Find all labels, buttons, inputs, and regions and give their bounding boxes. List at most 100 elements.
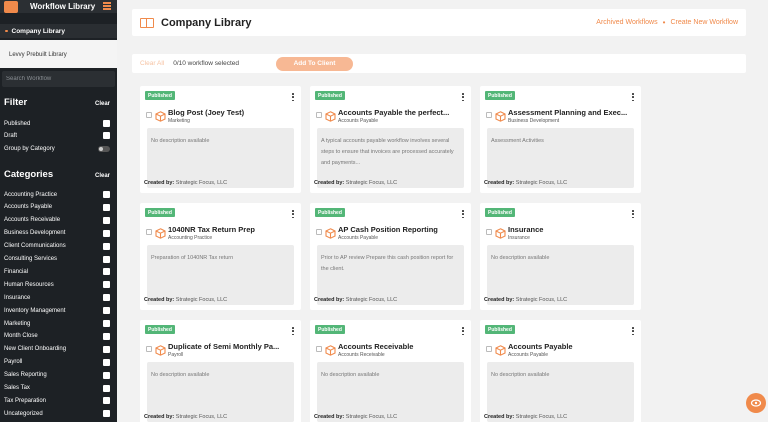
search-input[interactable]	[6, 76, 111, 82]
category-checkbox[interactable]	[103, 345, 110, 353]
category-row[interactable]: Payroll	[4, 357, 110, 368]
workflow-card[interactable]: Published Assessment Planning and Exec...…	[480, 86, 641, 193]
category-checkbox[interactable]	[103, 358, 110, 366]
card-title[interactable]: Blog Post (Joey Test)	[168, 108, 294, 117]
category-checkbox[interactable]	[103, 242, 110, 250]
category-checkbox[interactable]	[103, 191, 110, 198]
published-checkbox[interactable]	[103, 120, 110, 127]
categories-clear-button[interactable]: Clear	[95, 173, 110, 179]
chat-support-icon[interactable]	[746, 393, 766, 413]
category-checkbox[interactable]	[103, 255, 110, 263]
card-checkbox[interactable]	[146, 112, 152, 118]
sidebar-item-label: Levvy Prebuilt Library	[9, 52, 67, 58]
workflow-card[interactable]: Published 1040NR Tax Return Prep Accountin…	[140, 203, 301, 310]
category-row[interactable]: Sales Tax	[4, 383, 110, 394]
category-checkbox[interactable]	[103, 384, 110, 392]
card-title[interactable]: Accounts Payable the perfect...	[338, 108, 464, 117]
category-checkbox[interactable]	[103, 203, 110, 211]
category-checkbox[interactable]	[103, 307, 110, 315]
more-options-icon[interactable]	[632, 327, 634, 335]
category-row[interactable]: Sales Reporting	[4, 370, 110, 381]
page-header: Company Library Archived Workflows • Cre…	[132, 9, 746, 36]
category-checkbox[interactable]	[103, 371, 110, 379]
card-title[interactable]: Accounts Receivable	[338, 342, 464, 351]
category-row[interactable]: Accounts Receivable	[4, 215, 110, 226]
filter-clear-button[interactable]: Clear	[95, 101, 110, 107]
card-checkbox[interactable]	[146, 346, 152, 352]
card-title[interactable]: Insurance	[508, 225, 634, 234]
category-row[interactable]: Inventory Management	[4, 305, 110, 316]
filter-row-draft[interactable]: Draft	[4, 130, 110, 141]
category-row[interactable]: Marketing	[4, 318, 110, 329]
sidebar-item-company-library[interactable]: Company Library	[0, 24, 117, 38]
card-title[interactable]: Duplicate of Semi Monthly Pa...	[168, 342, 294, 351]
card-checkbox[interactable]	[316, 346, 322, 352]
filter-row-published[interactable]: Published	[4, 118, 110, 129]
category-row[interactable]: Uncategorized	[4, 408, 110, 419]
category-checkbox[interactable]	[103, 332, 110, 340]
group-by-category-toggle[interactable]	[98, 145, 110, 152]
category-checkbox[interactable]	[103, 294, 110, 302]
category-checkbox[interactable]	[103, 268, 110, 276]
card-category: Accounts Receivable	[338, 352, 385, 358]
card-description: No description available	[147, 128, 294, 188]
category-row[interactable]: Month Close	[4, 331, 110, 342]
workflow-card[interactable]: Published Accounts Payable the perfect...…	[310, 86, 471, 193]
category-row[interactable]: Client Communications	[4, 241, 110, 252]
card-checkbox[interactable]	[316, 112, 322, 118]
more-options-icon[interactable]	[462, 93, 464, 101]
created-by-label: Created by:	[144, 180, 175, 186]
category-checkbox[interactable]	[103, 410, 110, 418]
category-row[interactable]: Accounts Payable	[4, 202, 110, 213]
category-row[interactable]: Consulting Services	[4, 254, 110, 265]
workflow-card[interactable]: Published Blog Post (Joey Test) Marketing N…	[140, 86, 301, 193]
workflow-card[interactable]: Published AP Cash Position Reporting Accou…	[310, 203, 471, 310]
category-row[interactable]: Insurance	[4, 292, 110, 303]
filter-row-group-by-category[interactable]: Group by Category	[4, 143, 110, 154]
category-label: Consulting Services	[4, 256, 58, 262]
more-options-icon[interactable]	[462, 210, 464, 218]
more-options-icon[interactable]	[292, 210, 294, 218]
category-row[interactable]: Human Resources	[4, 279, 110, 290]
category-row[interactable]: Accounting Practice	[4, 189, 110, 200]
workflow-card[interactable]: Published Accounts Payable Accounts Payabl…	[480, 320, 641, 422]
more-options-icon[interactable]	[632, 93, 634, 101]
category-row[interactable]: Business Development	[4, 228, 110, 239]
category-label: Sales Tax	[4, 385, 30, 391]
card-title[interactable]: Assessment Planning and Exec...	[508, 108, 634, 117]
created-by-value: Strategic Focus, LLC	[345, 297, 398, 303]
draft-checkbox[interactable]	[103, 132, 110, 139]
sidebar-item-levvy-prebuilt-library[interactable]: Levvy Prebuilt Library	[0, 40, 117, 68]
category-row[interactable]: Financial	[4, 266, 110, 277]
category-row[interactable]: New Client Onboarding	[4, 344, 110, 355]
more-options-icon[interactable]	[292, 93, 294, 101]
archived-workflows-link[interactable]: Archived Workflows	[596, 19, 657, 26]
category-checkbox[interactable]	[103, 281, 110, 289]
card-checkbox[interactable]	[486, 112, 492, 118]
card-checkbox[interactable]	[316, 229, 322, 235]
workflow-card[interactable]: Published Duplicate of Semi Monthly Pa...…	[140, 320, 301, 422]
card-checkbox[interactable]	[146, 229, 152, 235]
created-by-label: Created by:	[484, 414, 515, 420]
category-row[interactable]: Tax Preparation	[4, 395, 110, 406]
category-checkbox[interactable]	[103, 216, 110, 224]
card-category: Marketing	[168, 118, 190, 124]
workflow-card[interactable]: Published Insurance Insurance No descriptio…	[480, 203, 641, 310]
clear-all-button[interactable]: Clear All	[140, 60, 164, 67]
card-checkbox[interactable]	[486, 229, 492, 235]
card-title[interactable]: AP Cash Position Reporting	[338, 225, 464, 234]
workflow-card[interactable]: Published Accounts Receivable Accounts Rec…	[310, 320, 471, 422]
card-title[interactable]: 1040NR Tax Return Prep	[168, 225, 294, 234]
category-checkbox[interactable]	[103, 320, 110, 327]
create-new-workflow-link[interactable]: Create New Workflow	[670, 19, 738, 26]
category-checkbox[interactable]	[103, 397, 110, 405]
card-created-by: Created by: Strategic Focus, LLC	[314, 180, 397, 186]
category-checkbox[interactable]	[103, 229, 110, 237]
more-options-icon[interactable]	[462, 327, 464, 335]
add-to-client-button[interactable]: Add To Client	[275, 56, 353, 71]
card-checkbox[interactable]	[486, 346, 492, 352]
more-options-icon[interactable]	[632, 210, 634, 218]
hamburger-menu-icon[interactable]	[103, 2, 111, 10]
more-options-icon[interactable]	[292, 327, 294, 335]
card-title[interactable]: Accounts Payable	[508, 342, 634, 351]
